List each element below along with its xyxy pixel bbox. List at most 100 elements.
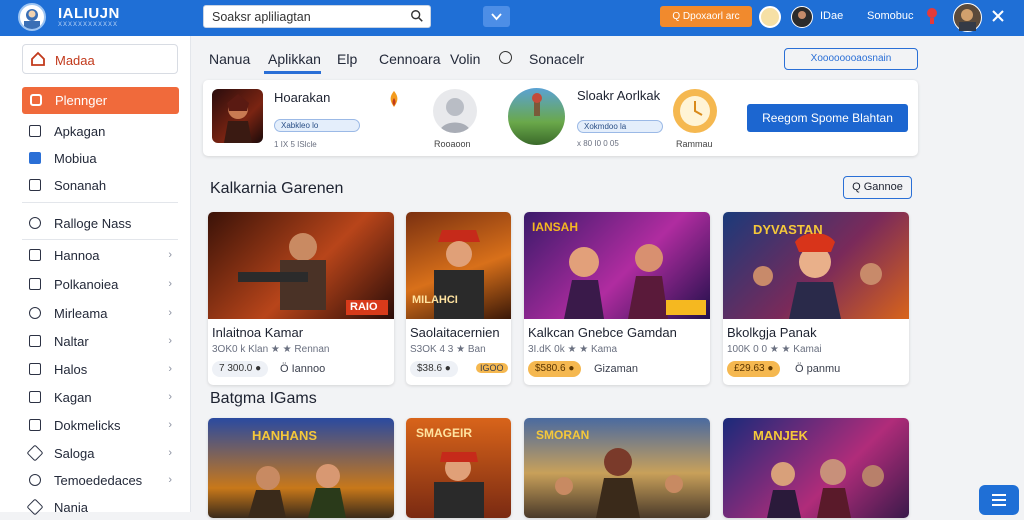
- menu-fab-button[interactable]: [979, 485, 1019, 515]
- square-icon: [29, 278, 41, 290]
- globe-icon: [29, 307, 41, 319]
- sidebar-item-label: Dokmelicks: [54, 418, 121, 433]
- sidebar-item-label: Saloga: [54, 446, 95, 461]
- sidebar-item[interactable]: Hannoa ›: [22, 245, 178, 267]
- game-card[interactable]: SMAGEIR: [406, 418, 511, 518]
- tab-sonacelr[interactable]: Sonacelr: [529, 51, 584, 67]
- top-bar: IALIUJN XXXXXXXXXXXX Soaksr apliliagtan …: [0, 0, 1024, 36]
- sidebar-item[interactable]: Mobiua: [22, 148, 178, 170]
- tab-nanua[interactable]: Nanua: [209, 51, 250, 67]
- chevron-right-icon: ›: [168, 249, 172, 261]
- tab-volin[interactable]: Volin: [450, 51, 480, 67]
- sidebar-item-label: Halos: [54, 362, 88, 377]
- game-meta: 3OK0 k Klan ★ ★ Rennan: [212, 344, 330, 355]
- sidebar-item-label: Ralloge Nass: [54, 216, 132, 231]
- sidebar-item[interactable]: Nania: [22, 497, 178, 519]
- section-title-2: Batgma IGams: [210, 390, 317, 407]
- game-card[interactable]: HANHANS: [208, 418, 394, 518]
- game-card[interactable]: RAIO Inlaitnoa Kamar 3OK0 k Klan ★ ★ Ren…: [208, 212, 394, 385]
- search-input[interactable]: Soaksr apliliagtan: [203, 5, 431, 28]
- logo-icon[interactable]: [18, 3, 46, 31]
- sidebar-item[interactable]: Halos ›: [22, 359, 178, 381]
- game-card[interactable]: IANSAH Kalkcan Gnebce Gamdan 3I.dK 0k ★ …: [524, 212, 710, 385]
- section-more-button[interactable]: Q Gannoe: [843, 176, 912, 199]
- game-thumbnail-text: RAIO: [350, 301, 378, 313]
- game-extra: Ö Iannoo: [280, 363, 326, 375]
- featured-game-thumb[interactable]: [212, 89, 263, 143]
- tab-aplikkan[interactable]: Aplikkan: [268, 51, 321, 67]
- alert-icon[interactable]: [922, 6, 942, 26]
- sidebar-item[interactable]: Sonanah: [22, 175, 178, 197]
- game-thumbnail-text: DYVASTAN: [753, 222, 823, 237]
- sidebar-item[interactable]: Apkagan: [22, 121, 178, 143]
- tab-elp[interactable]: Elp: [337, 51, 357, 67]
- notification-button[interactable]: [483, 6, 510, 27]
- featured-cta-button[interactable]: Reegom Spome Blahtan: [747, 104, 908, 132]
- sidebar-item-label: Naltar: [54, 334, 89, 349]
- tab-cennoara[interactable]: Cennoara: [379, 51, 441, 67]
- sidebar-item-label: Polkanoiea: [54, 277, 119, 292]
- game-thumbnail: DYVASTAN: [723, 212, 909, 319]
- chevron-right-icon: ›: [168, 307, 172, 319]
- game-card[interactable]: MILAHCI Saolaitacernien S3OK 4 3 ★ Ban $…: [406, 212, 511, 385]
- game-extra: Ö panmu: [795, 363, 841, 375]
- game-thumbnail: IANSAH: [524, 212, 710, 319]
- chevron-right-icon: ›: [168, 335, 172, 347]
- sidebar-divider: [22, 239, 178, 240]
- sidebar-item[interactable]: Kagan ›: [22, 387, 178, 409]
- game-thumbnail: MILAHCI: [406, 212, 511, 319]
- smile-icon: [499, 51, 512, 64]
- game-thumbnail-text: HANHANS: [252, 428, 317, 443]
- sidebar-item[interactable]: Temoededaces ›: [22, 470, 178, 492]
- game-card[interactable]: MANJEK: [723, 418, 909, 518]
- sidebar-item[interactable]: Saloga ›: [22, 443, 178, 465]
- sidebar-item[interactable]: Polkanoiea ›: [22, 274, 178, 296]
- game-meta: 3I.dK 0k ★ ★ Kama: [528, 344, 618, 355]
- sidebar-item[interactable]: Dokmelicks ›: [22, 415, 178, 437]
- app-title: IALIUJN: [58, 5, 120, 22]
- avatar-icon[interactable]: [759, 6, 781, 28]
- game-title: Inlaitnoa Kamar: [212, 325, 304, 340]
- tab-action-button[interactable]: Xoooooooaosnain: [784, 48, 918, 70]
- bag-icon: [29, 249, 41, 261]
- sidebar-item-label: Temoededaces: [54, 473, 143, 488]
- games-icon: [30, 94, 42, 106]
- sidebar-item-label: Apkagan: [54, 124, 106, 139]
- sidebar-divider: [22, 202, 178, 203]
- game-thumbnail-text: MILAHCI: [412, 294, 458, 306]
- sidebar-item-label: Mirleama: [54, 306, 108, 321]
- game-price: $38.6 ●: [410, 361, 458, 377]
- game-extra: IGOO: [476, 363, 508, 373]
- window-icon: [29, 363, 41, 375]
- game-extra: Gizaman: [594, 363, 639, 375]
- diamond-icon: [26, 444, 44, 462]
- close-icon[interactable]: [990, 8, 1006, 24]
- user-label-2[interactable]: Somobuc: [867, 10, 913, 22]
- sidebar-item-label: Kagan: [54, 390, 92, 405]
- featured-title-2[interactable]: Sloakr Aorlkak: [577, 88, 660, 103]
- person-avatar[interactable]: [433, 89, 477, 133]
- profile-avatar[interactable]: [953, 3, 982, 32]
- download-button[interactable]: Q Dpoxaorl arc: [660, 6, 752, 27]
- featured-title[interactable]: Hoarakan: [274, 90, 330, 105]
- person-label: Rooaoon: [434, 139, 471, 149]
- game-card[interactable]: DYVASTAN Bkolkgja Panak 100K 0 0 ★ ★ Kam…: [723, 212, 909, 385]
- game-title: Saolaitacernien: [410, 325, 500, 340]
- sidebar-item-home[interactable]: Madaa: [22, 44, 178, 74]
- sidebar-item[interactable]: Mirleama ›: [22, 303, 178, 325]
- sidebar-item[interactable]: Naltar ›: [22, 331, 178, 353]
- search-icon[interactable]: [410, 9, 424, 23]
- mail-icon: [29, 391, 41, 403]
- featured-meta: 1 IX 5 ISlcle: [274, 140, 317, 149]
- game-meta: S3OK 4 3 ★ Ban: [410, 344, 486, 355]
- user-avatar[interactable]: [791, 6, 813, 28]
- featured-game-thumb-2[interactable]: [508, 88, 565, 145]
- sidebar-item[interactable]: Ralloge Nass: [22, 213, 178, 235]
- clock-icon[interactable]: [673, 89, 717, 133]
- game-thumbnail-text: SMORAN: [536, 428, 590, 442]
- game-card[interactable]: SMORAN: [524, 418, 710, 518]
- user-label[interactable]: IDae: [820, 10, 843, 22]
- sidebar-item-active[interactable]: Plennger: [22, 87, 179, 114]
- game-price: £29.63 ●: [727, 361, 781, 377]
- app-subtitle: XXXXXXXXXXXX: [58, 22, 119, 28]
